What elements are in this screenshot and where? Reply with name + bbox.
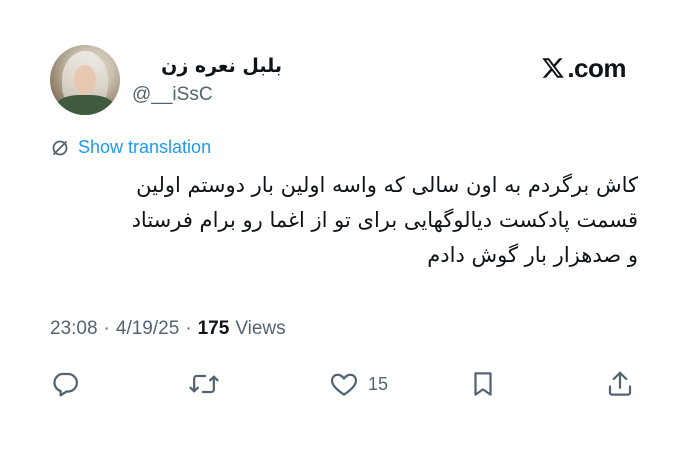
reply-icon: [50, 369, 80, 399]
reply-button[interactable]: [50, 366, 80, 402]
show-translation-label[interactable]: Show translation: [78, 137, 211, 158]
translate-icon: [50, 138, 70, 158]
tweet-text-line: و صدهزار بار گوش دادم: [427, 243, 638, 267]
retweet-icon: [188, 369, 220, 399]
share-icon: [605, 369, 635, 399]
share-button[interactable]: [605, 366, 635, 402]
tweet-text-line: قسمت پادکست دیالوگهایی برای تو از اغما ر…: [131, 208, 638, 232]
tweet-text: کاش برگردم به اون سالی که واسه اولین بار…: [40, 168, 638, 273]
bookmark-icon: [468, 369, 498, 399]
meta-separator: ·: [185, 318, 192, 339]
retweet-button[interactable]: [188, 366, 220, 402]
views-label: Views: [235, 318, 286, 339]
brand-logo: .com: [541, 53, 626, 83]
avatar-face: [74, 65, 96, 95]
author-handle[interactable]: @__iSsC: [132, 84, 213, 106]
heart-icon: [328, 369, 360, 399]
avatar[interactable]: [50, 45, 120, 115]
action-bar: 15: [0, 366, 690, 402]
tweet-date[interactable]: 4/19/25: [116, 318, 179, 340]
views-count: 175: [197, 318, 230, 339]
avatar-shirt: [56, 95, 114, 115]
tweet-time[interactable]: 23:08: [50, 318, 98, 340]
brand-domain-text: .com: [567, 52, 626, 83]
show-translation-link[interactable]: Show translation: [50, 137, 211, 158]
meta-separator: ·: [103, 318, 110, 339]
bookmark-button[interactable]: [468, 366, 498, 402]
author-display-name[interactable]: بلبل نعره زن: [132, 55, 282, 77]
tweet-card: بلبل نعره زن @__iSsC .com Show translati…: [0, 0, 690, 450]
x-logo-icon: [541, 56, 565, 80]
like-button[interactable]: 15: [328, 366, 388, 402]
tweet-meta: 23:08 · 4/19/25 · 175 Views: [50, 318, 286, 340]
tweet-text-line: کاش برگردم به اون سالی که واسه اولین بار…: [136, 173, 638, 197]
like-count: 15: [368, 373, 389, 394]
